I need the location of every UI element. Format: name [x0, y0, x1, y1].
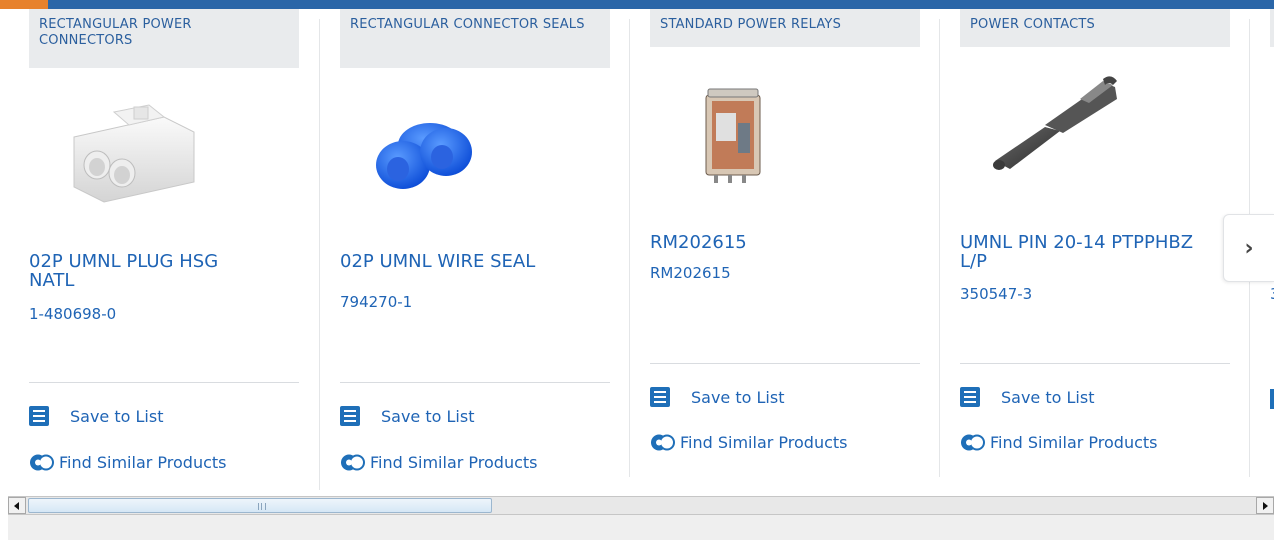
product-name-link[interactable]: 02P UMNL WIRE SEAL: [340, 252, 580, 271]
product-name-link[interactable]: RM202615: [650, 233, 890, 252]
product-image-wire-seal[interactable]: [368, 117, 503, 202]
active-indicator: [0, 0, 48, 9]
scroll-left-arrow-icon[interactable]: [8, 497, 26, 514]
product-image-relay[interactable]: [698, 83, 768, 183]
product-carousel: RECTANGULAR POWER CONNECTORS 02P UMNL PL…: [0, 9, 1274, 490]
part-number-link[interactable]: 350547-3: [960, 285, 1032, 303]
list-icon: [650, 387, 670, 407]
card-divider: [629, 19, 630, 477]
save-to-list-label: Save to List: [381, 406, 475, 426]
gear-icon: [651, 434, 675, 450]
card-divider: [939, 19, 940, 477]
find-similar-products-button[interactable]: Find Similar Products: [340, 449, 538, 475]
product-name-link[interactable]: UMNL PIN 20-14 PTPPHBZ L/P: [960, 233, 1200, 271]
part-number-link[interactable]: 794270-1: [340, 293, 412, 311]
chevron-right-icon: ›: [1244, 235, 1254, 261]
find-similar-products-button[interactable]: Find Similar Products: [650, 429, 848, 455]
gear-icon: [341, 454, 365, 470]
save-to-list-button[interactable]: Save to List: [960, 384, 1094, 410]
save-to-list-button[interactable]: Save to List: [340, 403, 474, 429]
product-category[interactable]: [1270, 9, 1274, 47]
save-to-list-label: Save to List: [691, 387, 785, 407]
product-card: STANDARD POWER RELAYS RM202615 RM202615 …: [650, 9, 920, 489]
find-similar-label: Find Similar Products: [59, 452, 227, 472]
card-divider: [319, 19, 320, 490]
list-icon: [960, 387, 980, 407]
divider: [960, 363, 1230, 364]
list-icon[interactable]: [1270, 389, 1274, 409]
product-category[interactable]: POWER CONTACTS: [960, 9, 1230, 47]
save-to-list-label: Save to List: [70, 406, 164, 426]
product-name-link[interactable]: 02P UMNL PLUG HSG NATL: [29, 252, 269, 290]
save-to-list-button[interactable]: Save to List: [29, 403, 163, 429]
carousel-next-button[interactable]: ›: [1223, 214, 1274, 282]
scrollbar-thumb[interactable]: [28, 498, 492, 513]
find-similar-label: Find Similar Products: [680, 432, 848, 452]
find-similar-products-button[interactable]: Find Similar Products: [960, 429, 1158, 455]
product-category[interactable]: STANDARD POWER RELAYS: [650, 9, 920, 47]
grip-icon: [258, 503, 266, 510]
find-similar-label: Find Similar Products: [370, 452, 538, 472]
product-card: RECTANGULAR POWER CONNECTORS 02P UMNL PL…: [29, 9, 299, 489]
product-category[interactable]: RECTANGULAR CONNECTOR SEALS: [340, 9, 610, 68]
horizontal-scrollbar[interactable]: [8, 496, 1274, 515]
gear-icon: [961, 434, 985, 450]
divider: [29, 382, 299, 383]
carousel-top-bar: [0, 0, 1274, 9]
product-image-plug-housing[interactable]: [54, 97, 199, 207]
part-number-link[interactable]: 3: [1270, 285, 1274, 303]
save-to-list-button[interactable]: Save to List: [650, 384, 784, 410]
divider: [650, 363, 920, 364]
scroll-right-arrow-icon[interactable]: [1256, 497, 1274, 514]
product-card: RECTANGULAR CONNECTOR SEALS 02P UMNL WIR…: [340, 9, 610, 489]
page-bottom-area: [8, 515, 1274, 540]
list-icon: [340, 406, 360, 426]
find-similar-products-button[interactable]: Find Similar Products: [29, 449, 227, 475]
find-similar-label: Find Similar Products: [990, 432, 1158, 452]
gear-icon: [30, 454, 54, 470]
product-card: POWER CONTACTS UMNL PIN 20-14 PTPPHBZ L/…: [960, 9, 1230, 489]
list-icon: [29, 406, 49, 426]
divider: [340, 382, 610, 383]
product-image-pin-contact[interactable]: [985, 69, 1135, 179]
part-number-link[interactable]: 1-480698-0: [29, 305, 116, 323]
part-number-link[interactable]: RM202615: [650, 264, 731, 282]
product-category[interactable]: RECTANGULAR POWER CONNECTORS: [29, 9, 299, 68]
save-to-list-label: Save to List: [1001, 387, 1095, 407]
